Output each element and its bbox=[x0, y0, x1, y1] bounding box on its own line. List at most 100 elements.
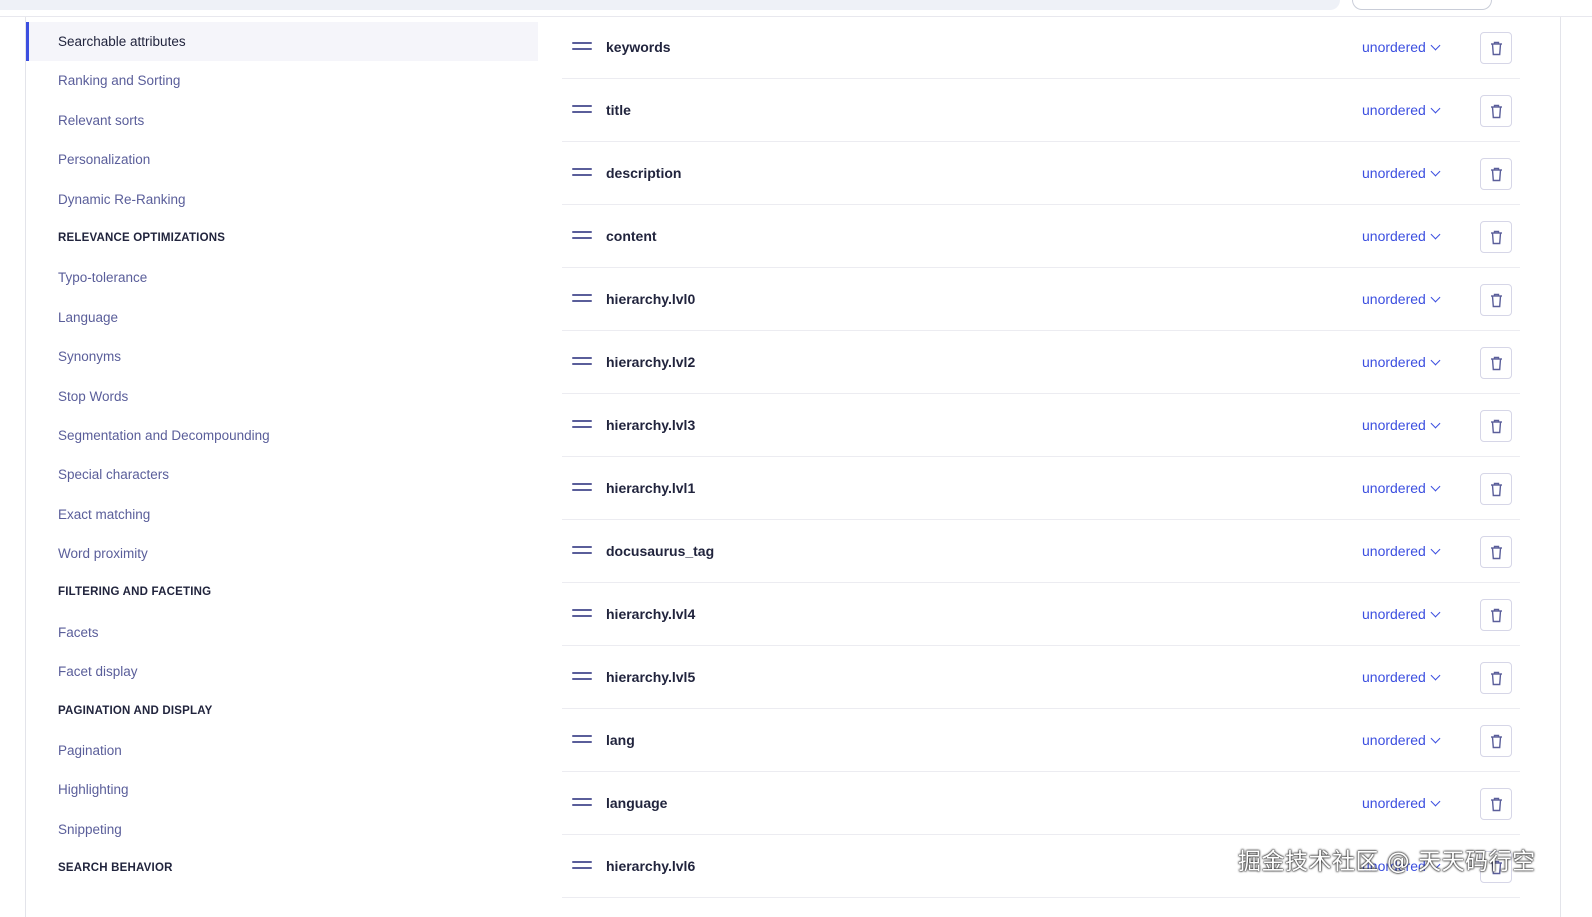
sidebar-item-ranking-and-sorting[interactable]: Ranking and Sorting bbox=[26, 61, 538, 100]
delete-attribute-button[interactable] bbox=[1480, 221, 1512, 253]
chevron-down-icon bbox=[1430, 607, 1441, 618]
sidebar-item-language[interactable]: Language bbox=[26, 298, 538, 337]
toolbar-pill-button[interactable] bbox=[1352, 0, 1492, 10]
attribute-row: language unordered bbox=[562, 772, 1520, 835]
attribute-name: hierarchy.lvl0 bbox=[606, 291, 696, 307]
delete-attribute-button[interactable] bbox=[1480, 536, 1512, 568]
order-value: unordered bbox=[1362, 165, 1426, 181]
order-value: unordered bbox=[1362, 732, 1426, 748]
attribute-row: keywords unordered bbox=[562, 16, 1520, 79]
sidebar-section-heading: PAGINATION AND DISPLAY bbox=[58, 704, 213, 717]
order-dropdown[interactable]: unordered bbox=[1362, 142, 1441, 205]
attribute-name: docusaurus_tag bbox=[606, 543, 715, 559]
drag-handle-icon[interactable] bbox=[572, 861, 592, 871]
order-dropdown[interactable]: unordered bbox=[1362, 772, 1441, 835]
sidebar-item-segmentation-and-decompounding[interactable]: Segmentation and Decompounding bbox=[26, 416, 538, 455]
chevron-down-icon bbox=[1430, 481, 1441, 492]
trash-icon bbox=[1491, 671, 1502, 686]
attribute-name: hierarchy.lvl3 bbox=[606, 417, 696, 433]
order-dropdown[interactable]: unordered bbox=[1362, 457, 1441, 520]
chevron-down-icon bbox=[1430, 355, 1441, 366]
trash-icon bbox=[1491, 167, 1502, 182]
order-dropdown[interactable]: unordered bbox=[1362, 268, 1441, 331]
drag-handle-icon[interactable] bbox=[572, 294, 592, 304]
delete-attribute-button[interactable] bbox=[1480, 347, 1512, 379]
attribute-row: hierarchy.lvl0 unordered bbox=[562, 268, 1520, 331]
drag-handle-icon[interactable] bbox=[572, 672, 592, 682]
drag-handle-icon[interactable] bbox=[572, 420, 592, 430]
order-dropdown[interactable]: unordered bbox=[1362, 520, 1441, 583]
delete-attribute-button[interactable] bbox=[1480, 158, 1512, 190]
attribute-name: language bbox=[606, 795, 668, 811]
trash-icon bbox=[1491, 356, 1502, 371]
attribute-name: hierarchy.lvl1 bbox=[606, 480, 696, 496]
attribute-name: description bbox=[606, 165, 682, 181]
order-dropdown[interactable]: unordered bbox=[1362, 583, 1441, 646]
delete-attribute-button[interactable] bbox=[1480, 410, 1512, 442]
delete-attribute-button[interactable] bbox=[1480, 725, 1512, 757]
delete-attribute-button[interactable] bbox=[1480, 599, 1512, 631]
sidebar-item-snippeting[interactable]: Snippeting bbox=[26, 810, 538, 849]
attribute-name: hierarchy.lvl2 bbox=[606, 354, 696, 370]
drag-handle-icon[interactable] bbox=[572, 735, 592, 745]
delete-attribute-button[interactable] bbox=[1480, 32, 1512, 64]
order-dropdown[interactable]: unordered bbox=[1362, 709, 1441, 772]
trash-icon bbox=[1491, 104, 1502, 119]
trash-icon bbox=[1491, 797, 1502, 812]
delete-attribute-button[interactable] bbox=[1480, 284, 1512, 316]
drag-handle-icon[interactable] bbox=[572, 42, 592, 52]
sidebar-section-heading: SEARCH BEHAVIOR bbox=[58, 862, 173, 875]
order-value: unordered bbox=[1362, 606, 1426, 622]
sidebar-item-typo-tolerance[interactable]: Typo-tolerance bbox=[26, 258, 538, 297]
sidebar-item-stop-words[interactable]: Stop Words bbox=[26, 377, 538, 416]
attribute-name: hierarchy.lvl4 bbox=[606, 606, 696, 622]
trash-icon bbox=[1491, 608, 1502, 623]
drag-handle-icon[interactable] bbox=[572, 483, 592, 493]
chevron-down-icon bbox=[1430, 40, 1441, 51]
order-dropdown[interactable]: unordered bbox=[1362, 646, 1441, 709]
order-dropdown[interactable]: unordered bbox=[1362, 79, 1441, 142]
delete-attribute-button[interactable] bbox=[1480, 95, 1512, 127]
order-dropdown[interactable]: unordered bbox=[1362, 394, 1441, 457]
address-bar[interactable] bbox=[0, 0, 1340, 10]
chevron-down-icon bbox=[1430, 166, 1441, 177]
delete-attribute-button[interactable] bbox=[1480, 662, 1512, 694]
drag-handle-icon[interactable] bbox=[572, 546, 592, 556]
trash-icon bbox=[1491, 482, 1502, 497]
order-value: unordered bbox=[1362, 669, 1426, 685]
drag-handle-icon[interactable] bbox=[572, 609, 592, 619]
sidebar-item-pagination[interactable]: Pagination bbox=[26, 731, 538, 770]
drag-handle-icon[interactable] bbox=[572, 231, 592, 241]
drag-handle-icon[interactable] bbox=[572, 798, 592, 808]
sidebar-item-personalization[interactable]: Personalization bbox=[26, 140, 538, 179]
order-value: unordered bbox=[1362, 39, 1426, 55]
drag-handle-icon[interactable] bbox=[572, 105, 592, 115]
sidebar-item-facets[interactable]: Facets bbox=[26, 613, 538, 652]
order-value: unordered bbox=[1362, 543, 1426, 559]
trash-icon bbox=[1491, 545, 1502, 560]
attribute-row: content unordered bbox=[562, 205, 1520, 268]
order-value: unordered bbox=[1362, 291, 1426, 307]
sidebar-item-facet-display[interactable]: Facet display bbox=[26, 652, 538, 691]
sidebar-item-synonyms[interactable]: Synonyms bbox=[26, 337, 538, 376]
delete-attribute-button[interactable] bbox=[1480, 788, 1512, 820]
order-dropdown[interactable]: unordered bbox=[1362, 16, 1441, 79]
sidebar-item-special-characters[interactable]: Special characters bbox=[26, 455, 538, 494]
sidebar-item-relevant-sorts[interactable]: Relevant sorts bbox=[26, 101, 538, 140]
order-dropdown[interactable]: unordered bbox=[1362, 331, 1441, 394]
sidebar-item-word-proximity[interactable]: Word proximity bbox=[26, 534, 538, 573]
attribute-row: hierarchy.lvl4 unordered bbox=[562, 583, 1520, 646]
order-dropdown[interactable]: unordered bbox=[1362, 205, 1441, 268]
chevron-down-icon bbox=[1430, 229, 1441, 240]
drag-handle-icon[interactable] bbox=[572, 168, 592, 178]
drag-handle-icon[interactable] bbox=[572, 357, 592, 367]
delete-attribute-button[interactable] bbox=[1480, 473, 1512, 505]
sidebar-item-searchable-attributes[interactable]: Searchable attributes bbox=[26, 22, 538, 62]
sidebar-item-dynamic-re-ranking[interactable]: Dynamic Re-Ranking bbox=[26, 180, 538, 219]
searchable-attributes-list: keywords unordered title unordered descripti… bbox=[562, 16, 1520, 898]
sidebar-item-exact-matching[interactable]: Exact matching bbox=[26, 495, 538, 534]
sidebar-section-heading: FILTERING AND FACETING bbox=[58, 586, 212, 599]
chevron-down-icon bbox=[1430, 103, 1441, 114]
sidebar-section-heading: RELEVANCE OPTIMIZATIONS bbox=[58, 231, 226, 244]
sidebar-item-highlighting[interactable]: Highlighting bbox=[26, 770, 538, 809]
